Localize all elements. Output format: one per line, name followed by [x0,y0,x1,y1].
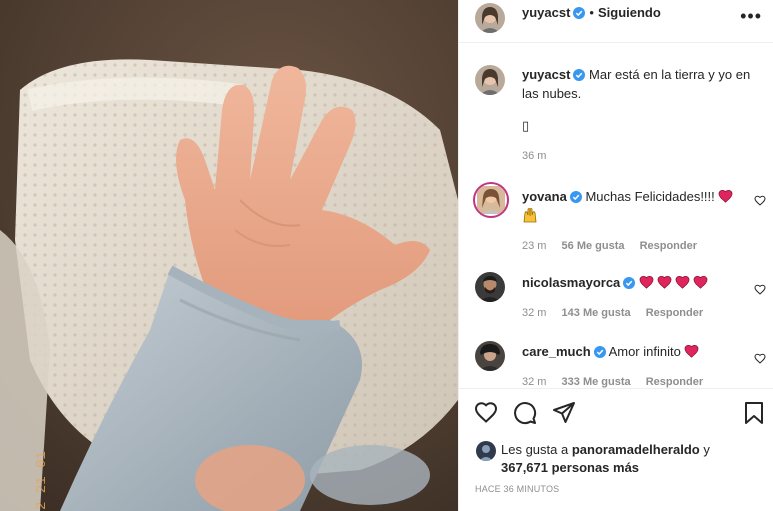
red-heart-emoji-icon [675,275,690,293]
comment-meta: 32 m 333 Me gusta Responder [522,376,715,388]
post-timestamp[interactable]: HACE 36 MINUTOS [475,484,559,494]
verified-badge-icon [569,190,582,207]
red-heart-emoji-icon [684,344,699,362]
post-header: yuyacst • Siguiendo ••• [459,0,773,43]
caption-extra: ▯ [522,118,530,133]
author-username[interactable]: yuyacst [522,5,570,20]
comment-meta: 32 m 143 Me gusta Responder [522,307,715,319]
comment-time[interactable]: 32 m [522,307,546,319]
red-heart-emoji-icon [639,275,654,293]
red-heart-emoji-icon [718,189,733,207]
caption-row: yuyacst Mar está en la tierra y yo en la… [459,63,773,173]
comment-time[interactable]: 32 m [522,376,546,388]
baby-hand-photo: 2 21 01 [0,0,458,511]
comment-text: Amor infinito [608,344,681,359]
comments-list[interactable]: yuyacst Mar está en la tierra y yo en la… [459,43,773,388]
comment-likes[interactable]: 56 Me gusta [562,240,625,252]
comment-item: care_much Amor infinito 32 m 333 Me gust… [459,339,773,388]
commenter-username[interactable]: nicolasmayorca [522,275,620,290]
comment-likes[interactable]: 143 Me gusta [562,307,631,319]
post-actions-section: Les gusta a panoramadelheraldo y 367,671… [459,388,773,511]
commenter-username[interactable]: yovana [522,189,567,204]
liker-username[interactable]: panoramadelheraldo [572,442,700,457]
photo-date-stamp: 2 21 01 [34,451,50,510]
commenter-username[interactable]: care_much [522,344,591,359]
post-side-panel: yuyacst • Siguiendo ••• yuyacst Mar está e… [458,0,773,511]
like-comment-heart-icon[interactable] [754,283,766,298]
red-heart-emoji-icon [657,275,672,293]
verified-badge-icon [573,68,586,85]
red-heart-emoji-icon [693,275,708,293]
caption-author-avatar[interactable] [475,65,505,95]
comment-text-block: care_much Amor infinito [522,343,752,362]
comment-text: Muchas Felicidades!!!! [585,189,715,204]
comment-time[interactable]: 23 m [522,240,546,252]
save-bookmark-icon[interactable] [744,401,764,428]
verified-badge-icon [573,7,586,23]
caption-text-block: yuyacst Mar está en la tierra y yo en la… [522,66,752,102]
reply-button[interactable]: Responder [646,376,703,388]
raised-hands-emoji-icon [522,207,538,227]
likes-prefix: Les gusta a [501,442,569,457]
likes-conjunction: y [703,442,710,457]
comment-item: yovana Muchas Felicidades!!!! 23 m 56 Me… [459,182,773,252]
post-photo[interactable]: 2 21 01 [0,0,458,511]
caption-time[interactable]: 36 m [522,150,546,162]
like-comment-heart-icon[interactable] [754,352,766,367]
following-button[interactable]: Siguiendo [598,5,661,20]
comment-likes[interactable]: 333 Me gusta [562,376,631,388]
commenter-avatar[interactable] [475,272,505,302]
separator-dot: • [589,5,594,20]
share-paper-plane-icon[interactable] [552,401,576,428]
like-comment-heart-icon[interactable] [754,194,766,209]
reply-button[interactable]: Responder [640,240,697,252]
more-options-icon[interactable]: ••• [740,6,762,27]
verified-badge-icon [623,276,636,293]
comment-text-block: yovana Muchas Felicidades!!!! [522,188,752,227]
reply-button[interactable]: Responder [646,307,703,319]
comment-text-block: nicolasmayorca [522,274,752,293]
caption-username[interactable]: yuyacst [522,67,570,82]
comment-meta: 23 m 56 Me gusta Responder [522,240,709,252]
comment-bubble-icon[interactable] [513,401,537,428]
liker-avatar[interactable] [476,441,496,461]
likes-summary: Les gusta a panoramadelheraldo y 367,671… [501,441,710,477]
commenter-avatar[interactable] [475,341,505,371]
like-heart-icon[interactable] [474,401,498,426]
author-avatar[interactable] [475,3,505,33]
commenter-avatar[interactable] [473,182,509,218]
likes-count[interactable]: 367,671 personas más [501,460,639,475]
verified-badge-icon [593,345,606,362]
caption-meta: 36 m [522,150,558,162]
comment-item: nicolasmayorca 32 m 143 Me gusta Respond… [459,270,773,330]
